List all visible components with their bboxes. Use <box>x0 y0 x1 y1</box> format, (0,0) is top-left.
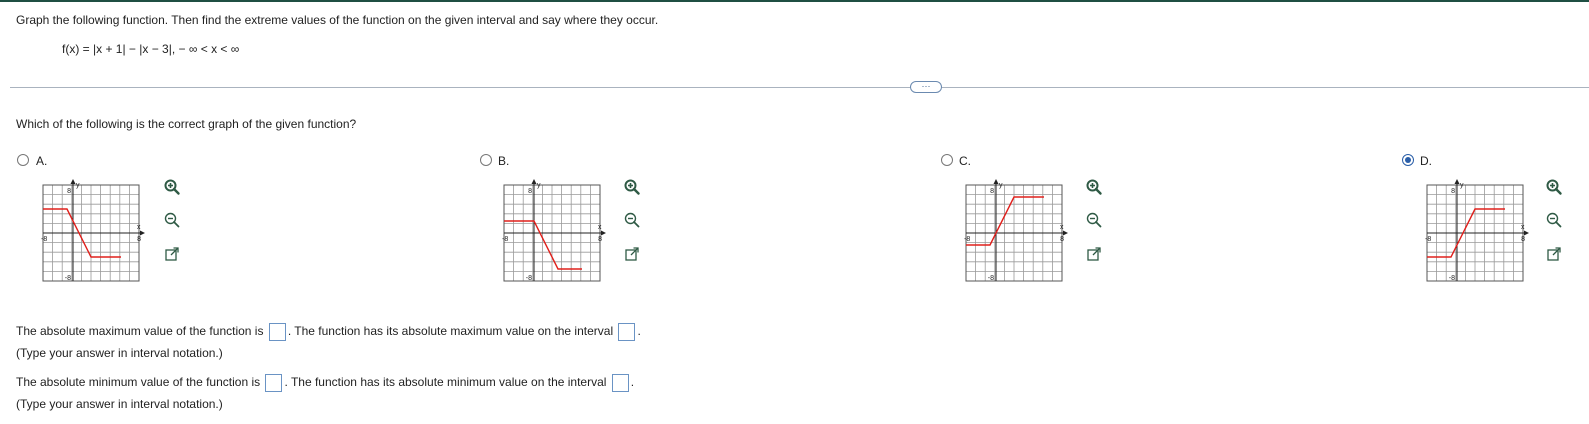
zoom-in-icon[interactable] <box>623 178 641 196</box>
zoom-out-icon[interactable] <box>163 211 181 229</box>
x-axis-label: x <box>1521 224 1525 231</box>
x-axis-arrow <box>601 230 606 236</box>
min-text-2: The function has its absolute minimum va… <box>290 375 607 390</box>
min-period: . <box>284 375 288 390</box>
x-axis-label: x <box>137 224 141 231</box>
x-max-label: 8 <box>598 236 602 243</box>
y-axis-arrow <box>993 179 999 184</box>
zoom-in-icon[interactable] <box>163 178 181 196</box>
min-interval-input[interactable] <box>611 374 629 392</box>
more-button[interactable]: ··· <box>910 81 942 93</box>
max-period: . <box>287 324 292 339</box>
popout-icon[interactable] <box>163 245 181 263</box>
y-min-label: -8 <box>526 275 532 282</box>
option-a-graph[interactable]: y x 8 -8 -8 8 <box>36 178 148 290</box>
zoom-in-icon[interactable] <box>1085 178 1103 196</box>
x-axis-arrow <box>140 230 145 236</box>
option-b-radio[interactable] <box>480 154 492 166</box>
min-text-1: The absolute minimum value of the functi… <box>16 375 261 390</box>
y-max-label: 8 <box>990 188 994 195</box>
y-max-label: 8 <box>1451 188 1455 195</box>
graph-prompt: Which of the following is the correct gr… <box>16 117 357 131</box>
max-interval-period: . <box>637 324 641 339</box>
x-axis-label: x <box>598 224 602 231</box>
x-min-label: -8 <box>964 236 970 243</box>
x-max-label: 8 <box>1060 236 1064 243</box>
min-answer-line: The absolute minimum value of the functi… <box>16 374 634 392</box>
y-max-label: 8 <box>67 188 71 195</box>
zoom-out-icon[interactable] <box>1545 211 1563 229</box>
zoom-out-icon[interactable] <box>623 211 641 229</box>
y-min-label: -8 <box>65 275 71 282</box>
y-axis-label: y <box>1460 182 1464 189</box>
popout-icon[interactable] <box>1085 245 1103 263</box>
option-a-label[interactable]: A. <box>36 154 47 168</box>
option-d-radio[interactable] <box>1402 154 1414 166</box>
zoom-out-icon[interactable] <box>1085 211 1103 229</box>
max-value-input[interactable] <box>268 323 286 341</box>
popout-icon[interactable] <box>623 245 641 263</box>
function-formula: f(x) = |x + 1| − |x − 3|, − ∞ < x < ∞ <box>62 42 240 56</box>
option-d-graph[interactable]: y x 8 -8 -8 8 <box>1420 178 1532 290</box>
y-axis-arrow <box>1454 179 1460 184</box>
x-axis-label: x <box>1060 224 1064 231</box>
option-c-graph[interactable]: y x 8 -8 -8 8 <box>959 178 1071 290</box>
x-max-label: 8 <box>1521 236 1525 243</box>
option-b-label[interactable]: B. <box>498 154 509 168</box>
min-interval-period: . <box>630 375 635 390</box>
x-max-label: 8 <box>137 236 141 243</box>
max-text-2: The function has its absolute maximum va… <box>294 324 614 339</box>
y-max-label: 8 <box>528 188 532 195</box>
zoom-in-icon[interactable] <box>1545 178 1563 196</box>
y-axis-label: y <box>999 182 1003 189</box>
y-axis-arrow <box>531 179 537 184</box>
y-min-label: -8 <box>1449 275 1455 282</box>
y-min-label: -8 <box>988 275 994 282</box>
option-b-graph[interactable]: y x 8 -8 -8 8 <box>497 178 609 290</box>
section-divider <box>10 87 1589 88</box>
max-interval-input[interactable] <box>618 323 636 341</box>
option-d-label[interactable]: D. <box>1420 154 1432 168</box>
max-hint: (Type your answer in interval notation.) <box>16 346 223 360</box>
x-axis-arrow <box>1063 230 1068 236</box>
top-border <box>0 0 1589 2</box>
option-c-radio[interactable] <box>941 154 953 166</box>
max-answer-line: The absolute maximum value of the functi… <box>16 323 641 341</box>
question-text: Graph the following function. Then find … <box>16 13 659 27</box>
x-min-label: -8 <box>41 236 47 243</box>
min-value-input[interactable] <box>265 374 283 392</box>
x-axis-arrow <box>1524 230 1529 236</box>
x-min-label: -8 <box>1425 236 1431 243</box>
option-c-label[interactable]: C. <box>959 154 971 168</box>
max-text-1: The absolute maximum value of the functi… <box>16 324 264 339</box>
y-axis-label: y <box>537 182 541 189</box>
x-min-label: -8 <box>502 236 508 243</box>
y-axis-arrow <box>70 179 76 184</box>
option-a-radio[interactable] <box>17 154 29 166</box>
y-axis-label: y <box>76 182 80 189</box>
popout-icon[interactable] <box>1545 245 1563 263</box>
min-hint: (Type your answer in interval notation.) <box>16 397 223 411</box>
